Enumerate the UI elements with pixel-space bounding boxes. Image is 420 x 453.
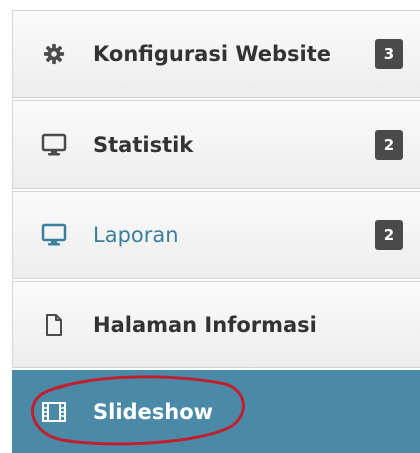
count-badge: 2 (375, 129, 403, 160)
document-icon (41, 312, 67, 338)
monitor-icon (41, 222, 67, 248)
sidebar-item-label: Halaman Informasi (93, 312, 317, 337)
sidebar-item-slideshow[interactable]: Slideshow (12, 370, 420, 453)
sidebar-item-label: Slideshow (93, 399, 214, 424)
sidebar-item-halaman-informasi[interactable]: Halaman Informasi (12, 281, 420, 368)
film-icon (41, 399, 67, 425)
sidebar-menu: Konfigurasi Website 3 Statistik 2 Lapora… (12, 0, 420, 453)
count-badge: 2 (375, 220, 403, 250)
sidebar-item-label: Statistik (93, 132, 194, 157)
monitor-icon (41, 132, 67, 158)
sidebar-item-konfigurasi-website[interactable]: Konfigurasi Website 3 (12, 10, 420, 98)
sidebar-item-label: Laporan (93, 223, 179, 247)
sidebar-item-laporan[interactable]: Laporan 2 (12, 191, 420, 279)
sidebar-item-label: Konfigurasi Website (93, 42, 332, 66)
gear-icon (41, 41, 67, 67)
sidebar-item-statistik[interactable]: Statistik 2 (12, 100, 420, 189)
count-badge: 3 (375, 39, 403, 69)
